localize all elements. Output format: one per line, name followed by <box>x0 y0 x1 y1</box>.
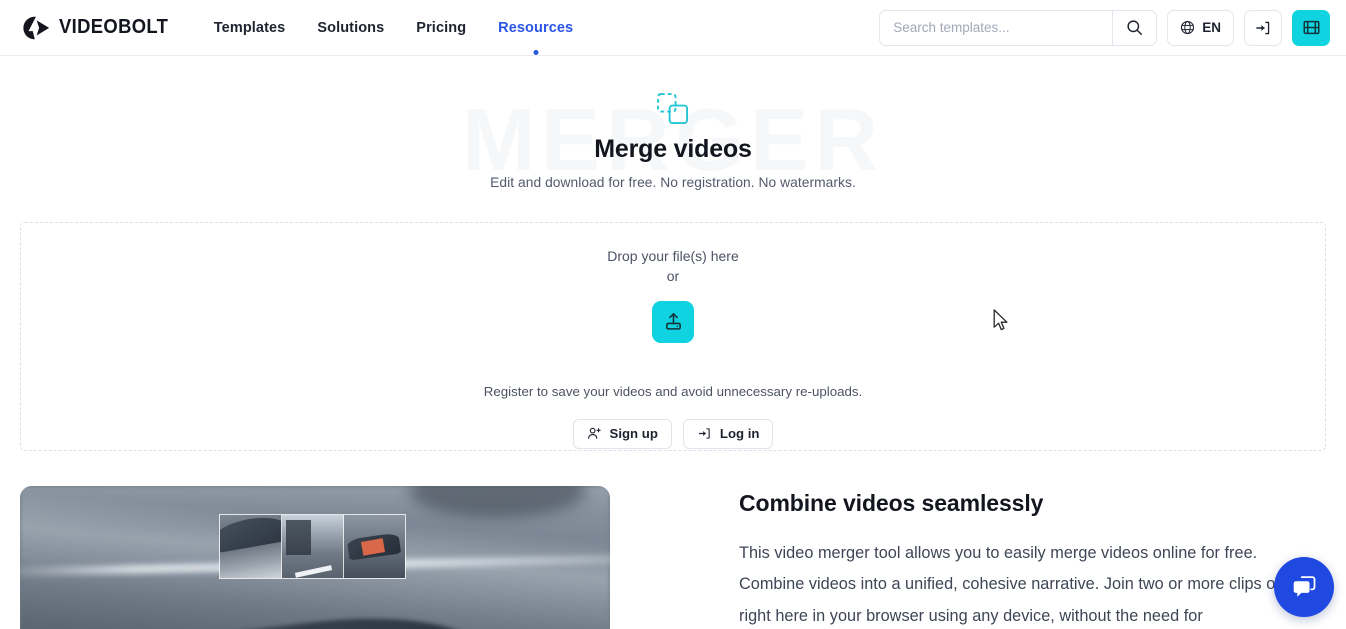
thumbnail-strip <box>219 514 406 579</box>
hero-section: MERGER Merge videos Edit and download fo… <box>0 56 1346 216</box>
search-icon <box>1127 20 1143 36</box>
feature-text-column: Combine videos seamlessly This video mer… <box>610 486 1346 629</box>
feature-body: This video merger tool allows you to eas… <box>739 544 1310 625</box>
language-selector[interactable]: EN <box>1167 9 1234 46</box>
file-dropzone[interactable]: Drop your file(s) here or Register to sa… <box>20 222 1326 451</box>
feature-video-preview[interactable] <box>20 486 610 629</box>
feature-title: Combine videos seamlessly <box>739 490 1044 516</box>
user-plus-icon <box>587 428 601 440</box>
logo-text: VIDEOBOLT <box>59 16 169 38</box>
thumbnail-clip-2 <box>282 515 344 578</box>
login-arrow-icon <box>698 428 710 439</box>
search-input[interactable] <box>880 10 1113 45</box>
upload-button[interactable] <box>652 300 694 343</box>
chat-widget-button[interactable] <box>1274 557 1334 617</box>
my-videos-button[interactable] <box>1292 9 1330 46</box>
header-actions: EN <box>879 9 1330 46</box>
register-note: Register to save your videos and avoid u… <box>483 383 863 399</box>
header-login-button[interactable] <box>1244 9 1282 46</box>
nav-item-pricing[interactable]: Pricing <box>416 14 466 42</box>
search-button[interactable] <box>1112 10 1157 45</box>
nav-label: Resources <box>498 19 574 36</box>
nav-item-templates[interactable]: Templates <box>214 14 286 42</box>
thumbnail-clip-1 <box>220 515 282 578</box>
nav-label: Pricing <box>416 19 467 36</box>
videobolt-bolt-logo-icon <box>23 16 50 39</box>
search-box[interactable] <box>879 9 1158 46</box>
upload-icon <box>665 313 681 330</box>
feature-section: Combine videos seamlessly This video mer… <box>0 486 1346 629</box>
sign-up-label: Sign up <box>609 426 658 442</box>
nav-label: Solutions <box>317 19 385 36</box>
auth-buttons: Sign up Log in <box>572 418 774 449</box>
sign-up-button[interactable]: Sign up <box>572 418 672 449</box>
globe-icon <box>1181 20 1195 35</box>
chat-bubble-icon <box>1293 576 1316 597</box>
site-header: VIDEOBOLT Templates Solutions Pricing Re… <box>0 0 1346 56</box>
page-title: Merge videos <box>594 135 752 163</box>
log-in-label: Log in <box>719 426 760 442</box>
main-nav: Templates Solutions Pricing Resources <box>214 0 573 55</box>
nav-item-resources[interactable]: Resources <box>498 14 574 55</box>
hero-subtitle: Edit and download for free. No registrat… <box>490 175 856 190</box>
thumbnail-clip-3 <box>344 515 405 578</box>
merge-squares-icon <box>657 93 689 125</box>
thumbnail-deck-stripe <box>361 538 386 556</box>
dropzone-or-text: or <box>666 267 680 284</box>
log-in-button[interactable]: Log in <box>682 418 774 449</box>
dropzone-drop-text: Drop your file(s) here <box>607 248 739 264</box>
nav-label: Templates <box>213 19 286 36</box>
login-arrow-icon <box>1256 21 1270 34</box>
film-strip-icon <box>1303 20 1319 35</box>
nav-item-solutions[interactable]: Solutions <box>317 14 384 42</box>
language-label: EN <box>1202 20 1221 35</box>
logo[interactable]: VIDEOBOLT <box>22 15 178 41</box>
nav-active-dot <box>533 49 539 55</box>
